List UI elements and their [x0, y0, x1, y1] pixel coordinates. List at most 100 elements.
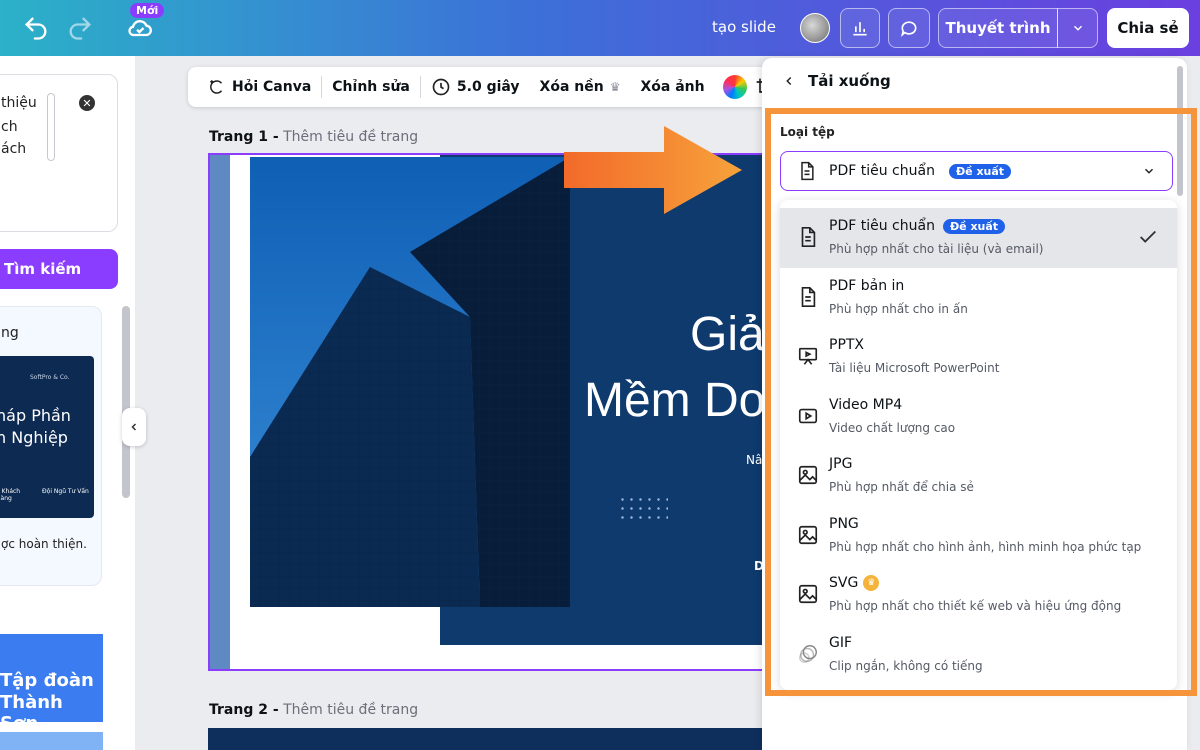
thumb-title-1: háp Phần: [0, 406, 71, 425]
image-icon: [798, 584, 818, 604]
option-title-text: PDF tiêu chuẩn: [829, 218, 935, 234]
thumb-brand: SoftPro & Co.: [30, 374, 70, 381]
option-pdf-standard[interactable]: PDF tiêu chuẩn Đề xuất Phù hợp nhất cho t…: [780, 208, 1177, 268]
card-text: ng: [1, 325, 19, 341]
gif-icon: [799, 645, 817, 663]
comment-button[interactable]: [888, 8, 930, 48]
redo-icon[interactable]: [66, 14, 94, 42]
thumb-right-label: Đội Ngũ Tư Vấn: [42, 488, 89, 495]
ask-canva-button[interactable]: Hỏi Canva: [198, 67, 321, 107]
remove-image-label: Xóa ảnh: [640, 79, 705, 95]
project-title[interactable]: tạo slide: [712, 18, 776, 36]
option-title: PDF bản in: [829, 278, 905, 294]
duration-button[interactable]: 5.0 giây: [421, 67, 530, 107]
slide-1-canvas[interactable]: Giả Mềm Do Nân D: [208, 153, 768, 671]
slide-dot-pattern: [618, 495, 668, 519]
option-pdf-print[interactable]: PDF bản in Phù hợp nhất cho in ấn: [780, 268, 1177, 328]
sparkle-c-icon: [210, 80, 223, 94]
back-arrow-icon[interactable]: [782, 74, 796, 88]
document-icon: [801, 227, 816, 247]
file-type-select[interactable]: PDF tiêu chuẩn Đề xuất: [780, 151, 1173, 191]
collapse-panel-button[interactable]: [122, 408, 146, 446]
panel-scrollbar[interactable]: [1177, 66, 1183, 196]
option-desc: Phù hợp nhất cho in ấn: [829, 302, 968, 316]
page-1-number: Trang 1 -: [209, 129, 279, 145]
option-desc: Phù hợp nhất cho thiết kế web và hiệu ứn…: [829, 599, 1122, 613]
file-type-label: Loại tệp: [780, 125, 835, 139]
insights-button[interactable]: [840, 8, 880, 48]
text-scrollbar[interactable]: [47, 93, 55, 161]
option-desc: Tài liệu Microsoft PowerPoint: [829, 361, 1000, 375]
slide-title-line-1[interactable]: Giả: [690, 307, 765, 362]
cloud-saved-icon[interactable]: [126, 14, 154, 42]
card-caption: ợc hoàn thiện.: [1, 537, 87, 551]
snippet-line-3: ách: [1, 141, 27, 157]
share-button[interactable]: Chia sẻ: [1107, 8, 1189, 48]
page-1-subtitle[interactable]: Thêm tiêu đề trang: [283, 129, 418, 145]
orange-arrow-icon: [564, 126, 742, 214]
image-icon: [798, 465, 818, 485]
option-desc: Phù hợp nhất cho hình ảnh, hình minh họa…: [829, 540, 1142, 554]
option-title: PPTX: [829, 337, 865, 353]
present-button[interactable]: Thuyết trình: [938, 8, 1058, 48]
clock-icon: [432, 78, 450, 96]
option-title-text: SVG: [829, 575, 859, 591]
slide-accent-stripe: [210, 155, 230, 669]
document-icon: [801, 287, 816, 307]
context-toolbar: Hỏi Canva Chỉnh sửa 5.0 giây Xóa nền ♛ X…: [188, 67, 778, 107]
option-title: PNG: [829, 516, 859, 532]
option-desc: Phù hợp nhất cho tài liệu (và email): [829, 242, 1044, 256]
option-pptx[interactable]: PPTX Tài liệu Microsoft PowerPoint: [780, 327, 1177, 387]
template-thumbnail[interactable]: SoftPro & Co. háp Phần h Nghiệp o Khách …: [0, 356, 94, 518]
option-svg[interactable]: SVG ♛ Phù hợp nhất cho thiết kế web và hi…: [780, 565, 1177, 625]
template-thumbnail-2[interactable]: Tập đoàn Thành Sơn: [0, 634, 103, 722]
chevron-left-icon: [131, 423, 137, 431]
building-photo[interactable]: [250, 157, 570, 607]
image-icon: [798, 525, 818, 545]
edit-label: Chỉnh sửa: [332, 79, 410, 95]
document-icon: [801, 161, 814, 181]
chevron-down-icon: [1073, 25, 1082, 31]
remove-image-button[interactable]: Xóa ảnh: [630, 67, 714, 107]
color-wheel-icon[interactable]: [722, 75, 747, 99]
left-panel: thiệu ch ách ✕ Tìm kiếm ng ợc hoàn thiện…: [0, 56, 135, 750]
download-title: Tải xuống: [808, 72, 891, 90]
premium-crown-icon: ♛: [863, 575, 880, 591]
remove-bg-button[interactable]: Xóa nền ♛: [530, 67, 631, 107]
template-thumbnail-3[interactable]: [0, 732, 103, 750]
comment-icon: [900, 21, 917, 37]
page-2-subtitle[interactable]: Thêm tiêu đề trang: [283, 702, 418, 718]
slide-title-line-2[interactable]: Mềm Do: [584, 373, 765, 428]
undo-icon[interactable]: [22, 14, 50, 42]
option-desc: Video chất lượng cao: [829, 421, 956, 435]
option-gif[interactable]: GIF Clip ngắn, không có tiếng: [780, 625, 1177, 685]
download-header[interactable]: Tải xuống: [782, 72, 891, 90]
recommended-badge: Đề xuất: [948, 163, 1012, 179]
page-1-label[interactable]: Trang 1 - Thêm tiêu đề trang: [209, 129, 418, 145]
presentation-icon: [798, 347, 818, 365]
crown-icon: ♛: [609, 80, 621, 94]
suggestion-card: thiệu ch ách ✕: [0, 74, 118, 232]
snippet-line-1: thiệu: [1, 95, 37, 111]
option-title: JPG: [829, 456, 853, 472]
option-mp4[interactable]: Video MP4 Video chất lượng cao: [780, 387, 1177, 447]
left-panel-scrollbar[interactable]: [122, 306, 130, 498]
ask-canva-label: Hỏi Canva: [232, 79, 312, 95]
check-icon: [1140, 230, 1156, 243]
avatar[interactable]: [800, 13, 830, 43]
edit-button[interactable]: Chỉnh sửa: [322, 67, 420, 107]
remove-bg-label: Xóa nền: [539, 79, 604, 95]
snippet-line-2: ch: [1, 119, 18, 135]
option-title: GIF: [829, 635, 853, 651]
present-dropdown-button[interactable]: [1057, 8, 1098, 48]
option-desc: Clip ngắn, không có tiếng: [829, 659, 983, 673]
duration-label: 5.0 giây: [456, 79, 520, 95]
page-2-label[interactable]: Trang 2 - Thêm tiêu đề trang: [209, 702, 418, 718]
thumb2-title-1: Tập đoàn: [0, 670, 94, 691]
option-jpg[interactable]: JPG Phù hợp nhất để chia sẻ: [780, 446, 1177, 506]
close-icon[interactable]: ✕: [79, 95, 95, 111]
option-title: SVG ♛: [829, 575, 880, 591]
file-type-selected-value: PDF tiêu chuẩn: [829, 163, 935, 179]
option-png[interactable]: PNG Phù hợp nhất cho hình ảnh, hình minh…: [780, 506, 1177, 566]
search-button[interactable]: Tìm kiếm: [0, 249, 118, 289]
